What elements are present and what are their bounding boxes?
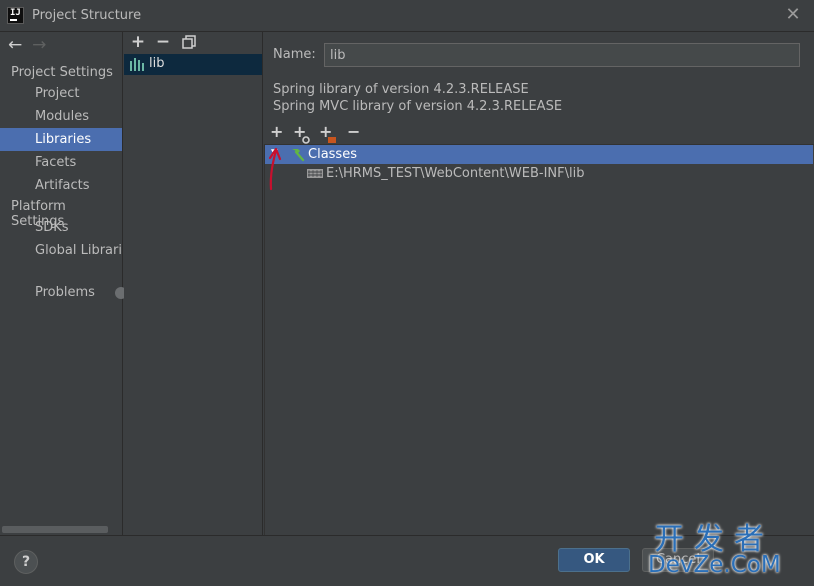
help-button[interactable]: ?: [14, 550, 38, 574]
sidebar-horizontal-scrollbar[interactable]: [2, 526, 108, 533]
watermark-site-text: DevZe.CoM: [648, 552, 781, 578]
history-navigation: ← →: [8, 36, 52, 56]
attach-sources-button[interactable]: +: [319, 122, 341, 143]
library-list-item[interactable]: lib: [124, 54, 262, 75]
sidebar-item-facets[interactable]: Facets: [0, 151, 122, 174]
project-settings-header: Project Settings: [11, 65, 113, 80]
sidebar-item-label: Problems: [35, 285, 95, 300]
sidebar-item-project[interactable]: Project: [0, 82, 122, 105]
library-description-line: Spring library of version 4.2.3.RELEASE: [273, 82, 529, 97]
window-title: Project Structure: [32, 8, 142, 23]
sidebar-item-modules[interactable]: Modules: [0, 105, 122, 128]
site-watermark: 开发者 DevZe.CoM: [648, 514, 808, 584]
libraries-toolbar: + −: [124, 32, 263, 54]
intellij-logo-icon: IJ: [7, 7, 24, 24]
jar-directory-icon: [307, 169, 323, 178]
tree-node-classes[interactable]: ▼ Classes: [265, 145, 813, 164]
library-detail-panel: Name: Spring library of version 4.2.3.RE…: [264, 32, 814, 535]
library-description-line: Spring MVC library of version 4.2.3.RELE…: [273, 99, 563, 114]
libraries-list-panel: + − lib: [124, 32, 263, 535]
name-label: Name:: [273, 47, 316, 62]
copy-library-button[interactable]: [181, 32, 197, 52]
sidebar-item-artifacts[interactable]: Artifacts: [0, 174, 122, 197]
sidebar-item-sdks[interactable]: SDKs: [0, 216, 122, 239]
tree-node-label: Classes: [308, 147, 357, 162]
remove-root-button[interactable]: −: [347, 122, 369, 142]
close-button[interactable]: ✕: [782, 4, 804, 26]
tree-node-jar-directory[interactable]: E:\HRMS_TEST\WebContent\WEB-INF\lib: [265, 164, 813, 183]
library-name: lib: [149, 56, 165, 71]
title-bar: IJ Project Structure ✕: [0, 0, 814, 32]
ok-button[interactable]: OK: [558, 548, 630, 572]
sidebar-item-problems[interactable]: Problems: [0, 281, 122, 304]
tree-node-path: E:\HRMS_TEST\WebContent\WEB-INF\lib: [326, 166, 585, 181]
library-icon: [130, 58, 146, 71]
back-arrow-icon[interactable]: ←: [8, 36, 28, 54]
library-name-field[interactable]: [324, 43, 800, 67]
gear-icon: [302, 131, 310, 144]
library-roots-tree: ▼ Classes E:\HRMS_TEST\WebContent\WEB-IN…: [264, 144, 814, 535]
remove-library-button[interactable]: −: [155, 32, 171, 52]
archive-icon: [328, 131, 336, 143]
sidebar-item-libraries[interactable]: Libraries: [0, 128, 122, 151]
add-root-button[interactable]: +: [270, 122, 292, 142]
annotation-arrow-icon: [268, 147, 282, 191]
classes-toolbar: + + + −: [264, 122, 814, 144]
copy-icon: [182, 35, 196, 49]
forward-arrow-icon[interactable]: →: [32, 36, 52, 54]
settings-sidebar: ← → Project Settings Project Modules Lib…: [0, 32, 127, 535]
attach-jar-directories-button[interactable]: +: [293, 122, 315, 144]
sidebar-item-global-libraries[interactable]: Global Libraries: [0, 239, 122, 262]
add-library-button[interactable]: +: [130, 32, 146, 52]
